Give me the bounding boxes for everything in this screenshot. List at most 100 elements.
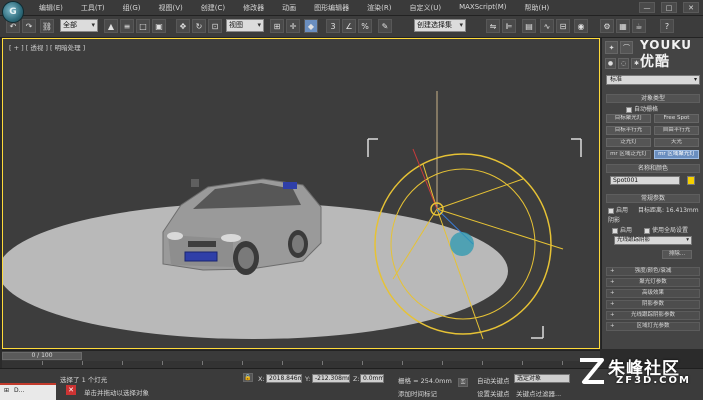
- modify-tab-icon[interactable]: ⌒: [620, 41, 633, 54]
- light-btn-mr-area-omni[interactable]: mr 区域泛光灯: [606, 150, 651, 159]
- layer-manager-icon[interactable]: ▤: [522, 19, 536, 33]
- light-btn-free-direct[interactable]: 自由平行光: [654, 126, 699, 135]
- rollup-area-light[interactable]: 区域灯光参数: [606, 322, 700, 331]
- app-logo-button[interactable]: G: [2, 1, 24, 23]
- named-selection-dropdown[interactable]: 创建选择集: [414, 19, 466, 32]
- create-tab-icon[interactable]: ✦: [605, 41, 618, 54]
- pivot-icon[interactable]: ⊞: [270, 19, 284, 33]
- general-params-rollout[interactable]: 常规参数: [606, 194, 700, 203]
- edit-named-sel-icon[interactable]: ✎: [378, 19, 392, 33]
- window-crossing-icon[interactable]: ▣: [152, 19, 166, 33]
- z-coord-label: Z:: [353, 375, 360, 383]
- set-key-button[interactable]: 设置关键点: [477, 388, 510, 398]
- menu-customize[interactable]: 自定义(U): [400, 3, 450, 13]
- key-filters-button[interactable]: 关键点过滤器...: [516, 388, 561, 398]
- rect-selection-icon[interactable]: □: [136, 19, 150, 33]
- object-color-swatch[interactable]: [687, 176, 695, 185]
- rollup-advanced-effects[interactable]: 高级效果: [606, 289, 700, 298]
- menu-modifiers[interactable]: 修改器: [234, 3, 273, 13]
- light-btn-mr-area-spot[interactable]: mr 区域聚光灯: [654, 150, 699, 159]
- link-icon[interactable]: ⛓: [40, 19, 54, 33]
- minimize-button[interactable]: —: [639, 2, 655, 13]
- x-coord-field[interactable]: 2018.846m: [266, 374, 302, 383]
- render-icon[interactable]: ☕: [632, 19, 646, 33]
- geometry-icon[interactable]: ●: [605, 58, 616, 69]
- angle-snap-icon[interactable]: ∠: [342, 19, 356, 33]
- rotate-icon[interactable]: ↻: [192, 19, 206, 33]
- y-coord-field[interactable]: -212.308mm: [312, 374, 350, 383]
- time-slider[interactable]: 0 / 100: [2, 350, 600, 361]
- material-editor-icon[interactable]: ◉: [574, 19, 588, 33]
- viewport-label[interactable]: [ + ] [ 透视 ] [ 明暗处理 ]: [9, 42, 85, 52]
- menu-tools[interactable]: 工具(T): [72, 3, 114, 13]
- light-btn-omni[interactable]: 泛光灯: [606, 138, 651, 147]
- selection-filter-dropdown[interactable]: 全部: [60, 19, 98, 32]
- lock-selection-icon[interactable]: 🔒: [243, 373, 253, 382]
- menu-edit[interactable]: 编辑(E): [30, 3, 72, 13]
- render-setup-icon[interactable]: ⚙: [600, 19, 614, 33]
- z-coord-field[interactable]: 0.0mm: [360, 374, 384, 383]
- maximize-button[interactable]: □: [661, 2, 677, 13]
- object-type-rollout[interactable]: 对象类型: [606, 94, 700, 103]
- key-icon[interactable]: ⚿: [458, 378, 468, 387]
- menu-graph-editors[interactable]: 图形编辑器: [305, 3, 358, 13]
- taskbar-close-icon[interactable]: ✕: [66, 385, 76, 395]
- light-enable-label: 启用: [616, 207, 629, 214]
- keyboard-shortcut-icon[interactable]: ◆: [304, 19, 318, 33]
- menu-help[interactable]: 帮助(H): [516, 3, 559, 13]
- align-icon[interactable]: ⊫: [502, 19, 516, 33]
- menu-group[interactable]: 组(G): [114, 3, 150, 13]
- snap-toggle-icon[interactable]: 3: [326, 19, 340, 33]
- menu-views[interactable]: 视图(V): [150, 3, 192, 13]
- use-global-checkbox[interactable]: 使用全局设置: [644, 225, 688, 234]
- manipulate-icon[interactable]: ✛: [286, 19, 300, 33]
- command-panel: ✦ ⌒ ● ◌ ✱ YOUKU 优酷 标准 对象类型 自动栅格 目标聚光灯 Fr…: [601, 38, 703, 349]
- light-btn-target-spot[interactable]: 目标聚光灯: [606, 114, 651, 123]
- light-category-dropdown[interactable]: 标准: [606, 75, 700, 85]
- rollup-intensity[interactable]: 强度/颜色/衰减: [606, 267, 700, 276]
- zf3d-watermark: 朱峰社区 ZF3D.COM: [576, 352, 700, 392]
- exclude-button[interactable]: 排除...: [662, 250, 692, 259]
- time-slider-thumb[interactable]: 0 / 100: [2, 352, 82, 360]
- menu-animation[interactable]: 动画: [273, 3, 305, 13]
- light-btn-target-direct[interactable]: 目标平行光: [606, 126, 651, 135]
- rollup-raytrace-shadow[interactable]: 光线跟踪阴影参数: [606, 311, 700, 320]
- selected-object-dropdown[interactable]: 选定对象: [514, 374, 570, 383]
- menu-rendering[interactable]: 渲染(R): [358, 3, 400, 13]
- grid-size-text: 栅格 = 254.0mm: [398, 377, 452, 385]
- x-coord-label: X:: [258, 375, 265, 383]
- redo-icon[interactable]: ↷: [22, 19, 36, 33]
- schematic-view-icon[interactable]: ⊟: [556, 19, 570, 33]
- menu-maxscript[interactable]: MAXScript(M): [450, 3, 515, 13]
- close-button[interactable]: ✕: [683, 2, 699, 13]
- object-name-field[interactable]: Spot001: [610, 176, 680, 185]
- shadow-enable-checkbox[interactable]: 启用: [612, 225, 632, 234]
- rollup-spotlight-params[interactable]: 聚光灯参数: [606, 278, 700, 287]
- perspective-viewport[interactable]: [ + ] [ 透视 ] [ 明暗处理 ]: [2, 38, 600, 349]
- select-by-name-icon[interactable]: ≡: [120, 19, 134, 33]
- autogrid-checkbox[interactable]: 自动栅格: [626, 104, 658, 113]
- rendered-frame-icon[interactable]: ▦: [616, 19, 630, 33]
- help-icon[interactable]: ?: [660, 19, 674, 33]
- percent-snap-icon[interactable]: %: [358, 19, 372, 33]
- shadow-type-dropdown[interactable]: 光线跟踪阴影: [614, 236, 692, 245]
- light-enable-checkbox[interactable]: 启用: [608, 205, 628, 214]
- rollup-shadow-params[interactable]: 阴影参数: [606, 300, 700, 309]
- reference-coord-dropdown[interactable]: 视图: [226, 19, 264, 32]
- add-time-tag[interactable]: 添加时间标记: [398, 388, 437, 398]
- scale-icon[interactable]: ⊡: [208, 19, 222, 33]
- curve-editor-icon[interactable]: ∿: [540, 19, 554, 33]
- name-color-rollout[interactable]: 名称和颜色: [606, 164, 700, 173]
- shapes-icon[interactable]: ◌: [618, 58, 629, 69]
- light-btn-skylight[interactable]: 天光: [654, 138, 699, 147]
- taskbar-item[interactable]: ⊞ D...: [0, 383, 56, 400]
- auto-key-button[interactable]: 自动关键点: [477, 375, 510, 385]
- select-object-icon[interactable]: ▲: [104, 19, 118, 33]
- timeline-track[interactable]: [2, 361, 600, 368]
- menu-create[interactable]: 创建(C): [192, 3, 234, 13]
- youku-watermark: YOUKU 优酷: [640, 38, 692, 71]
- car-model[interactable]: [162, 178, 322, 275]
- move-icon[interactable]: ✥: [176, 19, 190, 33]
- light-btn-free-spot[interactable]: Free Spot: [654, 114, 699, 123]
- mirror-icon[interactable]: ⇋: [486, 19, 500, 33]
